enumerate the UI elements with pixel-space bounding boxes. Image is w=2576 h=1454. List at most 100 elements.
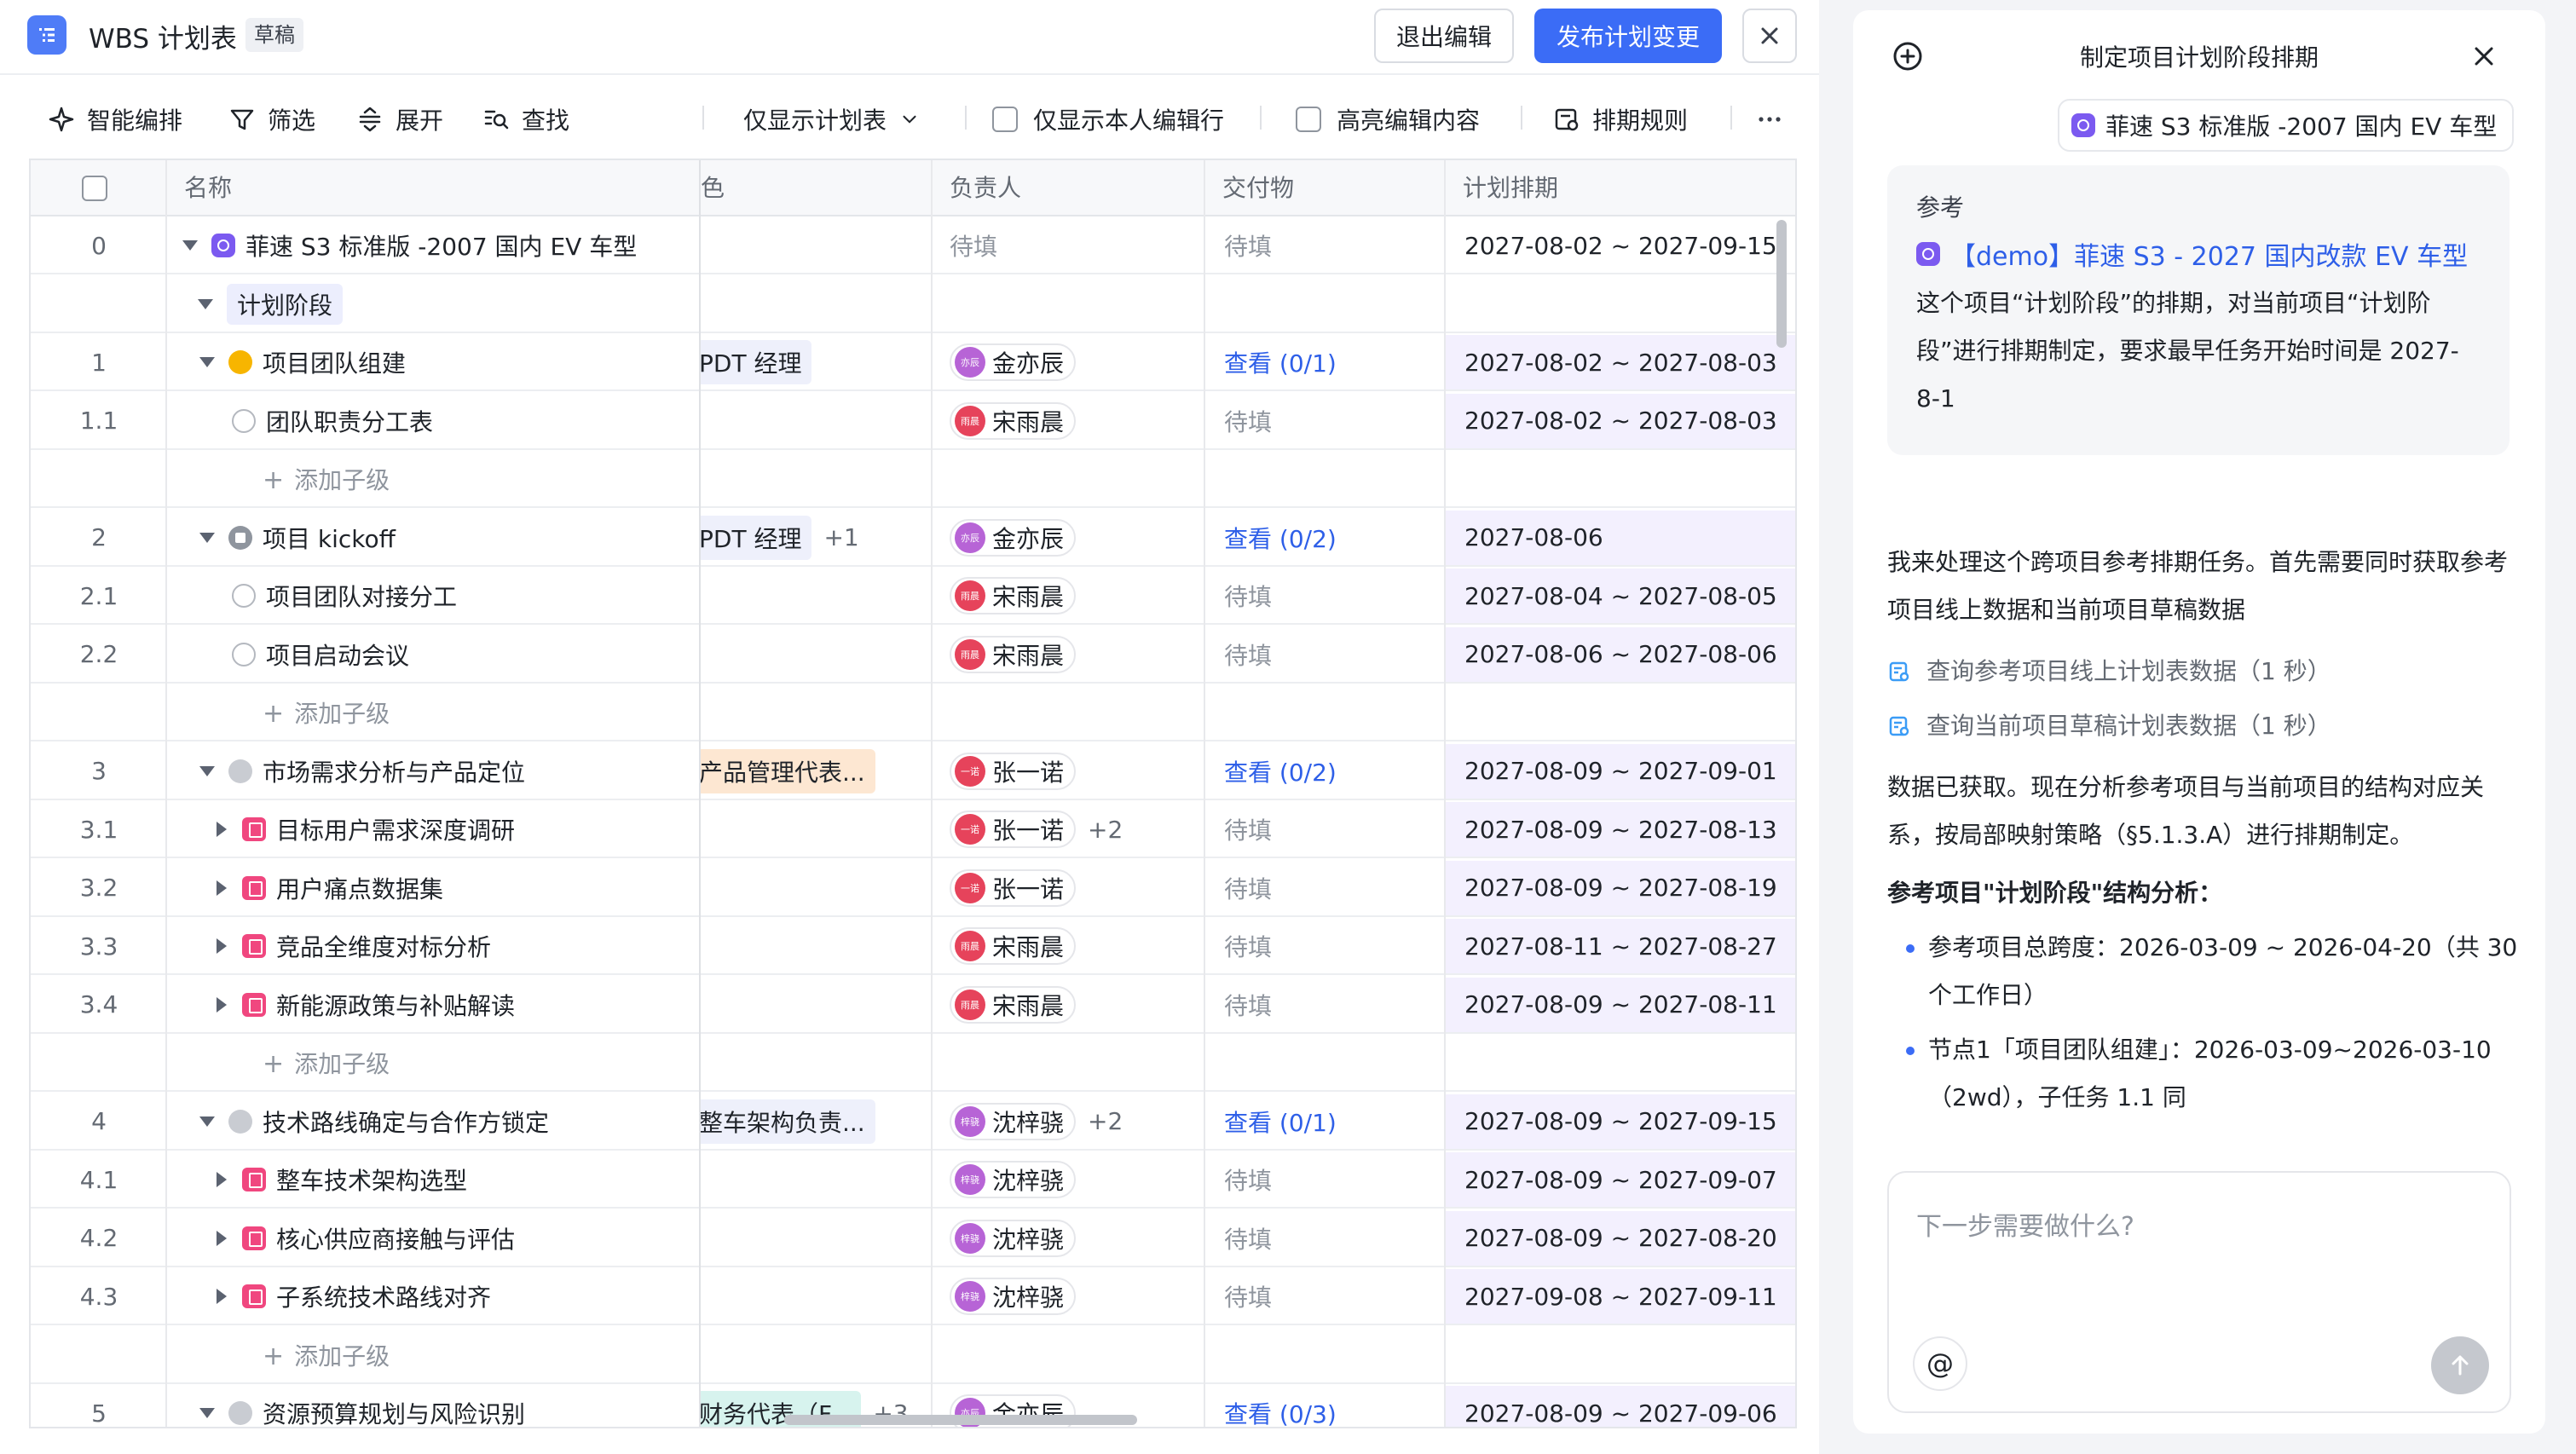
task-name[interactable]: 项目团队组建 (263, 345, 406, 379)
add-child-button[interactable]: + 添加子级 (263, 695, 390, 730)
smart-arrange-button[interactable]: 智能编排 (48, 82, 182, 157)
collapse-caret-icon[interactable] (198, 298, 213, 309)
expand-caret-icon[interactable] (217, 1230, 227, 1246)
tool-call[interactable]: 查询参考项目线上计划表数据（1 秒） (1887, 644, 2518, 699)
deliverable-pending[interactable]: 待填 (1205, 1269, 1446, 1324)
owner-chip[interactable]: 梓骁 沈梓骁 (950, 1161, 1077, 1198)
schedule-cell[interactable]: 2027-08-02 ~ 2027-08-03 (1446, 335, 1795, 389)
schedule-cell[interactable]: 2027-08-09 ~ 2027-09-07 (1446, 1152, 1795, 1207)
role-tag[interactable]: PDT 经理 (701, 340, 812, 384)
deliverable-pending[interactable]: 待填 (1205, 802, 1446, 857)
owner-more-count[interactable]: +2 (1088, 816, 1123, 844)
owner-chip[interactable]: 雨晨 宋雨晨 (950, 927, 1077, 965)
highlight-toggle[interactable]: 高亮编辑内容 (1296, 82, 1480, 157)
task-name[interactable]: 竞品全维度对标分析 (276, 929, 491, 963)
collapse-caret-icon[interactable] (199, 1116, 215, 1127)
deliverable-pending[interactable]: 待填 (1205, 1152, 1446, 1207)
expand-button[interactable]: 展开 (356, 82, 443, 157)
table-row[interactable]: 0 菲速 S3 标准版 -2007 国内 EV 车型 待填 待填 2027-08-02 … (31, 218, 1795, 274)
schedule-cell[interactable]: 2027-08-09 ~ 2027-09-01 (1446, 743, 1795, 799)
only-mine-toggle[interactable]: 仅显示本人编辑行 (992, 82, 1224, 157)
task-name[interactable]: 技术路线确定与合作方锁定 (263, 1105, 549, 1139)
vertical-scrollbar[interactable] (1776, 220, 1787, 348)
add-child-row[interactable]: + 添加子级 (31, 452, 1795, 508)
task-name[interactable]: 项目启动会议 (266, 638, 409, 672)
filter-button[interactable]: 筛选 (228, 82, 315, 157)
schedule-cell[interactable]: 2027-08-06 (1446, 510, 1795, 565)
schedule-cell[interactable]: 2027-08-02 ~ 2027-09-15 (1446, 218, 1795, 273)
schedule-cell[interactable]: 2027-08-02 ~ 2027-08-03 (1446, 393, 1795, 448)
tool-call[interactable]: 查询当前项目草稿计划表数据（1 秒） (1887, 699, 2518, 753)
add-child-button[interactable]: + 添加子级 (263, 1338, 390, 1372)
owner-chip[interactable]: 雨晨 宋雨晨 (950, 401, 1077, 440)
mention-button[interactable]: @ (1913, 1336, 1967, 1391)
table-row[interactable]: 4 技术路线确定与合作方锁定 整车架构负责... 梓骁 沈梓骁 +2 查看 (0/1) 202… (31, 1093, 1795, 1151)
task-name[interactable]: 菲速 S3 标准版 -2007 国内 EV 车型 (245, 228, 637, 263)
context-chip[interactable]: 菲速 S3 标准版 -2007 国内 EV 车型 (2058, 99, 2515, 152)
table-row[interactable]: 3.1 目标用户需求深度调研 一诺 张一诺 +2 待填 2027-08-09 ~ 2027-… (31, 802, 1795, 858)
deliverable-link[interactable]: 查看 (0/1) (1205, 335, 1446, 389)
table-row[interactable]: 2.1 项目团队对接分工 雨晨 宋雨晨 待填 2027-08-04 ~ 2027-08-0… (31, 568, 1795, 625)
column-role[interactable]: 角色 (701, 160, 933, 216)
horizontal-scrollbar[interactable] (784, 1415, 1137, 1425)
close-icon[interactable] (2469, 41, 2499, 72)
task-name[interactable]: 整车技术架构选型 (276, 1163, 467, 1197)
owner-chip[interactable]: 亦辰金亦辰 (950, 343, 1077, 381)
only-mine-checkbox[interactable] (992, 107, 1018, 132)
send-button[interactable] (2431, 1336, 2489, 1394)
owner-more-count[interactable]: +2 (1088, 1107, 1123, 1135)
schedule-cell[interactable]: 2027-08-09 ~ 2027-09-15 (1446, 1093, 1795, 1149)
table-row[interactable]: 3.4 新能源政策与补贴解读 雨晨 宋雨晨 待填 2027-08-09 ~ 2027-08… (31, 977, 1795, 1034)
owner-chip[interactable]: 雨晨 宋雨晨 (950, 985, 1077, 1024)
add-child-button[interactable]: + 添加子级 (263, 462, 390, 496)
select-all-checkbox[interactable] (82, 176, 107, 201)
expand-caret-icon[interactable] (217, 822, 227, 837)
schedule-cell[interactable]: 2027-08-04 ~ 2027-08-05 (1446, 568, 1795, 623)
deliverable-pending[interactable]: 待填 (1205, 919, 1446, 973)
owner-chip[interactable]: 一诺 张一诺 (950, 811, 1077, 848)
task-name[interactable]: 市场需求分析与产品定位 (263, 754, 525, 788)
collapse-caret-icon[interactable] (182, 240, 198, 251)
more-button[interactable] (1756, 82, 1783, 157)
column-schedule[interactable]: 计划排期 (1446, 160, 1558, 216)
table-row[interactable]: 4.1 整车技术架构选型 梓骁 沈梓骁 待填 2027-08-09 ~ 2027-09-0… (31, 1152, 1795, 1209)
table-row[interactable]: 4.2 核心供应商接触与评估 梓骁 沈梓骁 待填 2027-08-09 ~ 2027-08… (31, 1210, 1795, 1267)
deliverable-pending[interactable]: 待填 (1205, 1211, 1446, 1266)
owner-chip[interactable]: 亦辰金亦辰 (950, 518, 1077, 557)
collapse-caret-icon[interactable] (199, 765, 215, 776)
task-name[interactable]: 核心供应商接触与评估 (276, 1221, 515, 1255)
task-name[interactable]: 项目 kickoff (263, 521, 396, 555)
task-name[interactable]: 子系统技术路线对齐 (276, 1279, 491, 1313)
publish-changes-button[interactable]: 发布计划变更 (1534, 9, 1722, 63)
table-row[interactable]: 3.3 竞品全维度对标分析 雨晨 宋雨晨 待填 2027-08-11 ~ 2027-08-… (31, 919, 1795, 975)
deliverable-link[interactable]: 查看 (0/3) (1205, 1386, 1446, 1427)
owner-chip[interactable]: 一诺 张一诺 (950, 868, 1077, 907)
owner-chip[interactable]: 一诺 张一诺 (950, 752, 1077, 790)
expand-caret-icon[interactable] (217, 1289, 227, 1304)
task-name[interactable]: 新能源政策与补贴解读 (276, 988, 515, 1022)
table-row[interactable]: 3 市场需求分析与产品定位 产品管理代表... 一诺 张一诺 查看 (0/2) 2027-0… (31, 743, 1795, 800)
owner-chip[interactable]: 梓骁 沈梓骁 (950, 1102, 1077, 1140)
deliverable-link[interactable]: 查看 (0/2) (1205, 511, 1446, 565)
schedule-cell[interactable]: 2027-08-09 ~ 2027-08-13 (1446, 802, 1795, 857)
find-button[interactable]: 查找 (482, 82, 569, 157)
collapse-caret-icon[interactable] (199, 357, 215, 367)
schedule-cell[interactable]: 2027-08-09 ~ 2027-08-11 (1446, 977, 1795, 1032)
close-button[interactable] (1742, 9, 1797, 63)
schedule-cell[interactable]: 2027-08-06 ~ 2027-08-06 (1446, 626, 1795, 682)
schedule-cell[interactable]: 2027-08-11 ~ 2027-08-27 (1446, 919, 1795, 973)
reference-project-link[interactable]: 【demo】菲速 S3 - 2027 国内改款 EV 车型 (1916, 235, 2481, 273)
collapse-caret-icon[interactable] (199, 532, 215, 543)
role-tag[interactable]: 产品管理代表... (701, 748, 875, 793)
phase-row[interactable]: 计划阶段 (31, 277, 1795, 333)
deliverable-pending[interactable]: 待填 (1205, 394, 1446, 448)
expand-caret-icon[interactable] (217, 996, 227, 1013)
view-select[interactable]: 仅显示计划表 (743, 82, 921, 157)
table-row[interactable]: 4.3 子系统技术路线对齐 梓骁 沈梓骁 待填 2027-09-08 ~ 2027-09-… (31, 1269, 1795, 1325)
role-tag[interactable]: 整车架构负责... (701, 1099, 875, 1144)
exit-edit-button[interactable]: 退出编辑 (1374, 9, 1514, 63)
deliverable-link[interactable]: 查看 (0/1) (1205, 1094, 1446, 1149)
deliverable-pending[interactable]: 待填 (1205, 568, 1446, 623)
task-name[interactable]: 团队职责分工表 (266, 404, 433, 438)
expand-caret-icon[interactable] (217, 880, 227, 896)
